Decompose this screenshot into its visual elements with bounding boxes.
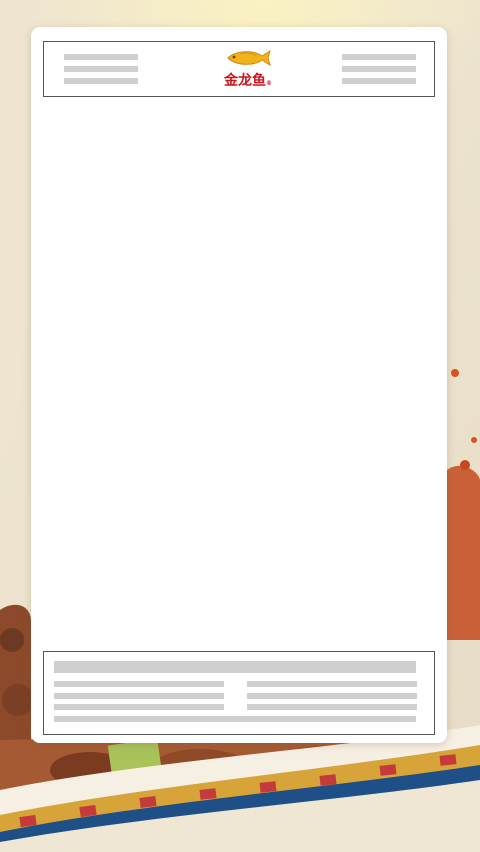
footer-placeholder-line: [247, 704, 417, 710]
footer-placeholder-line: [54, 704, 224, 710]
brand-logo: 金龙鱼®: [222, 48, 272, 92]
footer-placeholder-line: [54, 693, 224, 699]
brand-name: 金龙鱼®: [224, 73, 272, 89]
golden-arowana-fish-icon: [227, 49, 271, 67]
header-left-placeholder-line: [64, 78, 138, 84]
footer-placeholder-line: [54, 661, 416, 673]
footer-bar: [43, 651, 435, 735]
header-left-placeholder-line: [64, 66, 138, 72]
footer-placeholder-line: [247, 681, 417, 687]
header-bar: 金龙鱼®: [43, 41, 435, 97]
footer-placeholder-line: [54, 681, 224, 687]
footer-placeholder-line: [54, 716, 416, 722]
footer-placeholder-line: [247, 693, 417, 699]
header-right-placeholder-line: [342, 54, 416, 60]
header-left-placeholder-line: [64, 54, 138, 60]
content-card: 金龙鱼®: [31, 27, 447, 743]
header-right-placeholder-line: [342, 78, 416, 84]
header-right-placeholder-line: [342, 66, 416, 72]
